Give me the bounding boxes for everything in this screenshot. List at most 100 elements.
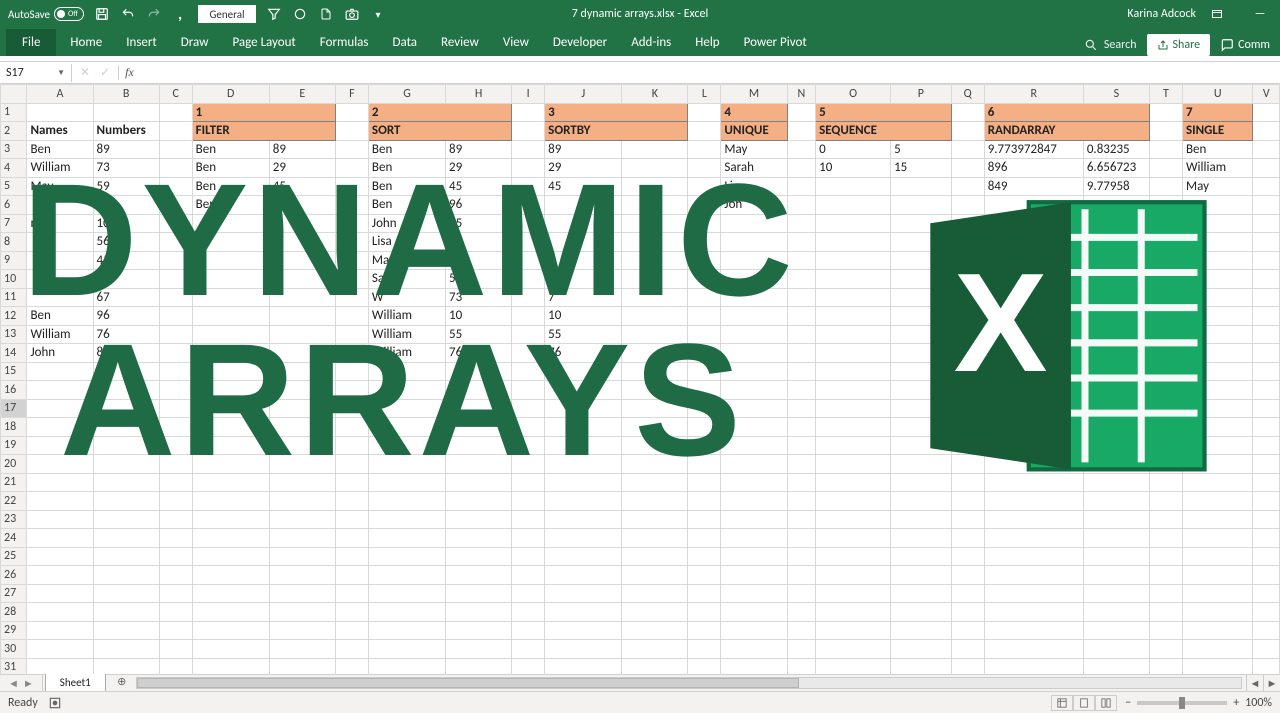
cell[interactable] (787, 122, 816, 141)
cell[interactable] (1253, 251, 1280, 270)
cell[interactable] (269, 547, 335, 566)
cell[interactable]: William (368, 307, 445, 326)
cell[interactable] (335, 529, 368, 548)
cell[interactable] (787, 214, 816, 233)
cell[interactable] (787, 418, 816, 437)
cell[interactable] (545, 566, 622, 585)
cell[interactable] (816, 658, 891, 674)
cell[interactable] (787, 288, 816, 307)
cell[interactable] (269, 362, 335, 381)
cell[interactable] (159, 196, 192, 215)
cell[interactable] (269, 640, 335, 659)
row-header[interactable]: 21 (1, 473, 27, 492)
cell[interactable] (27, 603, 93, 622)
cell[interactable] (192, 344, 269, 363)
cell[interactable] (159, 640, 192, 659)
cell[interactable] (1253, 288, 1280, 307)
cell[interactable] (721, 492, 787, 511)
row-header[interactable]: 5 (1, 177, 27, 196)
cell[interactable]: Ben (192, 140, 269, 159)
col-header-M[interactable]: M (721, 85, 787, 104)
cell[interactable] (891, 214, 952, 233)
tab-data[interactable]: Data (381, 29, 430, 56)
cell[interactable] (787, 362, 816, 381)
page-break-view-icon[interactable] (1095, 695, 1117, 711)
cell[interactable] (192, 418, 269, 437)
cell[interactable] (1083, 307, 1149, 326)
cell[interactable] (984, 658, 1083, 674)
cell[interactable] (446, 362, 512, 381)
cell[interactable] (1253, 658, 1280, 674)
cell[interactable] (721, 362, 787, 381)
cell[interactable] (27, 196, 93, 215)
cell[interactable] (984, 288, 1083, 307)
cell[interactable] (192, 381, 269, 400)
cell[interactable] (1149, 473, 1182, 492)
cell[interactable] (368, 603, 445, 622)
cell[interactable] (1149, 270, 1182, 289)
cell[interactable] (891, 399, 952, 418)
cell[interactable] (1083, 658, 1149, 674)
cell[interactable] (951, 436, 984, 455)
cell[interactable] (1182, 344, 1253, 363)
cell[interactable] (951, 159, 984, 178)
cell[interactable] (721, 288, 787, 307)
zoom-out-icon[interactable]: − (1125, 696, 1131, 710)
cell[interactable] (951, 529, 984, 548)
cell[interactable] (721, 436, 787, 455)
cell[interactable] (335, 455, 368, 474)
cell[interactable] (891, 492, 952, 511)
cell[interactable]: RANDARRAY (984, 122, 1149, 141)
cell[interactable] (192, 566, 269, 585)
cell[interactable]: 0 (816, 140, 891, 159)
cell[interactable] (512, 307, 545, 326)
cell[interactable] (1182, 473, 1253, 492)
cell[interactable] (891, 344, 952, 363)
col-header-R[interactable]: R (984, 85, 1083, 104)
cell[interactable] (787, 233, 816, 252)
cell[interactable]: 89 (269, 140, 335, 159)
cell[interactable] (512, 621, 545, 640)
cell[interactable] (1083, 399, 1149, 418)
cell[interactable] (622, 418, 688, 437)
cell[interactable]: 10 (545, 307, 622, 326)
cell[interactable] (688, 399, 721, 418)
cell[interactable] (269, 566, 335, 585)
cell[interactable]: UNIQUE (721, 122, 787, 141)
minimize-icon[interactable]: — (1248, 7, 1272, 21)
cell[interactable] (446, 399, 512, 418)
row-header[interactable]: 7 (1, 214, 27, 233)
cell[interactable] (688, 233, 721, 252)
cell[interactable] (984, 233, 1083, 252)
cell[interactable] (1149, 381, 1182, 400)
cell[interactable] (545, 547, 622, 566)
cell[interactable] (891, 307, 952, 326)
cell[interactable] (1149, 418, 1182, 437)
cell[interactable] (622, 529, 688, 548)
cell[interactable] (192, 510, 269, 529)
cell[interactable] (1083, 492, 1149, 511)
cell[interactable] (159, 159, 192, 178)
cell[interactable]: 96 (269, 196, 335, 215)
cell[interactable]: SORTBY (545, 122, 688, 141)
cell[interactable] (1182, 603, 1253, 622)
cell[interactable] (951, 455, 984, 474)
cell[interactable] (721, 344, 787, 363)
cell[interactable] (622, 399, 688, 418)
tab-developer[interactable]: Developer (541, 29, 619, 56)
cell[interactable] (951, 251, 984, 270)
cell[interactable] (1253, 270, 1280, 289)
row-header[interactable]: 28 (1, 603, 27, 622)
cell[interactable] (1083, 529, 1149, 548)
cell[interactable] (891, 603, 952, 622)
cell[interactable] (984, 547, 1083, 566)
cell[interactable] (368, 399, 445, 418)
cell[interactable] (1083, 584, 1149, 603)
cell[interactable] (787, 603, 816, 622)
cell[interactable] (368, 492, 445, 511)
cell[interactable] (192, 640, 269, 659)
macro-recorder-icon[interactable] (48, 696, 62, 710)
zoom-control[interactable]: − + 100% (1125, 696, 1272, 710)
cell[interactable]: Lisa (721, 177, 787, 196)
cell[interactable] (545, 473, 622, 492)
